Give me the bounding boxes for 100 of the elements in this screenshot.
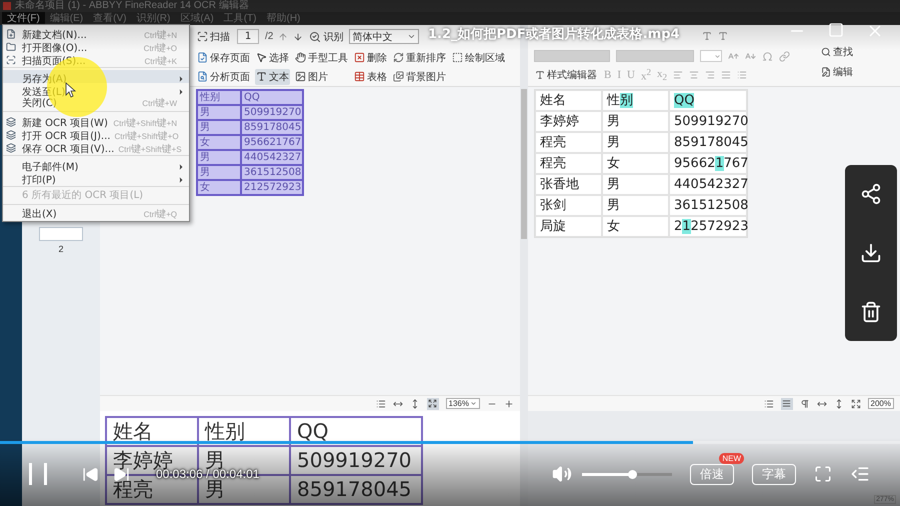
zoom-field[interactable]: 200% [868,398,894,409]
fullscreen-icon[interactable] [814,465,832,483]
table-cell: 859178045 [669,132,747,153]
text-icon [256,71,267,82]
table-icon [354,71,365,82]
tool-button[interactable]: 删除 [353,50,388,66]
table-cell: 男 [197,105,241,120]
volume-slider[interactable] [582,472,672,476]
tool-button[interactable]: 背景图片 [392,68,447,84]
zoom-dropdown[interactable]: 136% [446,398,480,409]
menu-item[interactable]: 打开图像(O)... Ctrl键+O [3,39,189,52]
menu-item[interactable]: 新建 OCR 项目(W) Ctrl键+Shift键+N [3,114,189,127]
share-icon[interactable] [860,183,882,206]
table-cell: 李婷婷 [535,111,602,132]
text-view-button[interactable] [780,398,793,410]
table-cell: 男 [602,132,669,153]
table-cell: 440542327 [241,150,303,165]
previous-icon[interactable] [82,466,99,482]
table-cell: 361512508 [669,195,747,216]
fit-page-button[interactable] [426,398,439,410]
table-cell: 程亮 [535,132,602,153]
menu-item[interactable]: 退出(X) Ctrl键+Q [3,207,189,220]
scrollbar[interactable] [521,89,527,239]
tool-button[interactable]: 图片 [294,68,349,84]
table-cell: 440542327 [669,174,747,195]
tool-button[interactable]: 绘制区域 [451,50,506,66]
table-cell: 男 [602,195,669,216]
progress-bar[interactable] [0,441,900,444]
link-icon[interactable] [779,50,790,62]
page-field[interactable]: 1 [237,29,259,44]
font-smaller-icon[interactable] [745,50,756,62]
fit-page-icon[interactable] [850,398,861,408]
edit-button[interactable]: 编辑 [820,64,854,80]
table-cell: QQ [241,90,303,105]
up-arrow-icon[interactable] [278,32,288,42]
table-cell: 女 [197,180,241,195]
zoom-in-icon[interactable] [504,398,514,408]
tool-button[interactable]: 文本 [255,68,290,84]
layers-icon [6,143,16,153]
new-file-icon [6,29,16,39]
language-dropdown[interactable]: 简体中文 [349,29,420,44]
align-left-icon[interactable] [673,70,684,80]
menu-item[interactable]: 文件(F) [2,12,45,25]
app-logo-icon [3,2,11,10]
page-thumbnail[interactable] [39,227,83,241]
recognized-table-area[interactable]: 性别 QQ 男 509919270 男 859178045 女 956621767 男 440542327 男 361512508 女 212572923 [196,89,304,196]
table-cell: 女 [602,216,669,237]
table-cell: 张香地 [535,174,602,195]
menu-item[interactable]: 新建文档(N)... Ctrl键+N [3,26,189,39]
table-cell: 女 [602,153,669,174]
text-style-icon[interactable] [718,31,728,41]
menu-item[interactable]: 扫描页面(S)... Ctrl键+K [3,52,189,65]
analyze-page-icon [197,71,208,82]
table-cell: 男 [197,120,241,135]
caret-icon [470,400,477,407]
tool-button[interactable]: 手型工具 [294,50,349,66]
download-icon[interactable] [860,242,882,264]
tool-button[interactable]: 重新排序 [392,50,447,66]
table-cell: 212572923 [669,216,747,237]
align-center-icon[interactable] [689,70,700,80]
table-cell: 姓名 [106,417,198,446]
folder-icon [6,42,16,52]
align-right-icon[interactable] [705,70,716,80]
scan-button[interactable]: 扫描 [196,28,231,44]
menu-item[interactable]: 打开 OCR 项目(J)... Ctrl键+Shift键+O [3,127,189,140]
font-larger-icon[interactable] [728,50,739,62]
style-editor-button[interactable]: 样式编辑器 [534,67,598,83]
table-cell: 张剑 [535,195,602,216]
layers-icon [6,130,16,140]
table-cell: 程亮 [535,153,602,174]
justify-icon[interactable] [721,70,732,80]
tool-button[interactable]: 选择 [255,50,290,66]
scanner-icon [197,31,208,42]
text-style-icon[interactable] [702,31,712,41]
table-cell: 859178045 [290,475,422,504]
menu-item[interactable]: 保存 OCR 项目(V)... Ctrl键+Shift键+S [3,140,189,153]
layers-icon [6,117,16,127]
maximize-icon[interactable] [828,22,844,38]
tool-button[interactable]: 分析页面 [196,68,251,84]
window-title: 未命名项目 (1) - ABBYY FineReader 14 OCR 编辑器 [15,0,249,12]
font-icon [535,70,545,80]
table-cell: 女 [197,135,241,150]
find-button[interactable]: 查找 [820,44,854,60]
menu-item[interactable]: 打印(P) [3,171,189,184]
background-image-icon [393,71,404,82]
table-cell: 956621767 [241,135,303,150]
volume-icon[interactable] [552,464,572,484]
down-arrow-icon[interactable] [293,32,304,42]
omega-icon[interactable] [762,50,773,62]
tool-button[interactable]: 表格 [353,68,388,84]
magnifier-icon [309,30,322,42]
recognize-button[interactable]: 识别 [308,28,344,44]
delete-icon[interactable] [860,300,882,323]
pilcrow-icon[interactable] [800,398,810,408]
table-cell: 509919270 [241,105,303,120]
table-cell: 956621767 [669,153,747,174]
tool-button[interactable]: 保存页面 [196,50,251,66]
hand-icon [295,52,306,63]
pause-icon[interactable] [28,463,48,485]
menu-item[interactable]: 电子邮件(M) [3,158,189,171]
